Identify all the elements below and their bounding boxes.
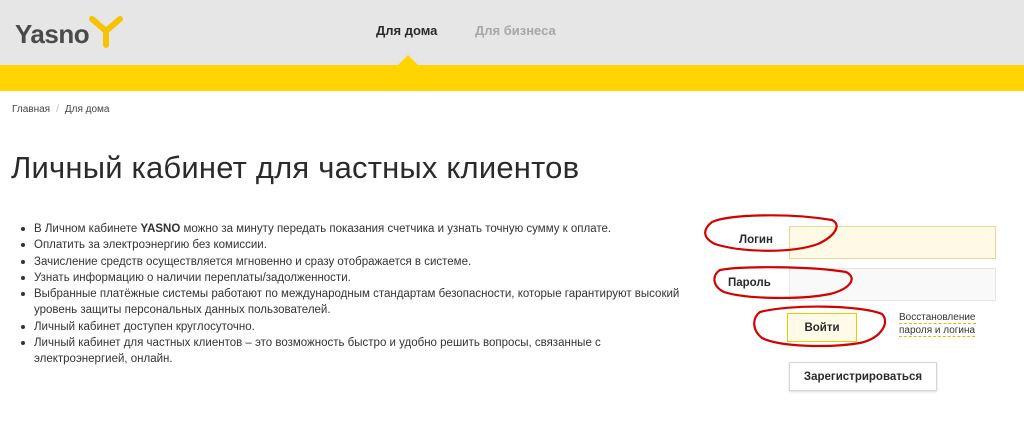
register-button[interactable]: Зарегистрироваться: [789, 362, 937, 391]
login-label: Логин: [739, 234, 773, 246]
list-item: Выбранные платёжные системы работают по …: [20, 286, 680, 319]
feature-text: Оплатить за электроэнергию без комиссии.: [34, 239, 267, 252]
tab-business[interactable]: Для бизнеса: [475, 23, 556, 38]
breadcrumb-current: Для дома: [64, 104, 110, 115]
login-input[interactable]: [789, 226, 996, 259]
list-item: Оплатить за электроэнергию без комиссии.: [20, 237, 680, 253]
list-item: Личный кабинет для частных клиентов – эт…: [20, 335, 680, 368]
features-list: В Личном кабинете YASNO можно за минуту …: [20, 221, 680, 368]
list-item: В Личном кабинете YASNO можно за минуту …: [20, 221, 680, 237]
feature-text: Узнать информацию о наличии переплаты/за…: [34, 271, 351, 284]
feature-text: Личный кабинет доступен круглосуточно.: [34, 320, 255, 333]
list-item: Узнать информацию о наличии переплаты/за…: [20, 270, 680, 286]
restore-credentials-link[interactable]: Восстановление пароля и логина: [899, 312, 976, 337]
breadcrumb-separator: /: [56, 104, 59, 115]
password-input[interactable]: [789, 268, 996, 301]
feature-text: Зачисление средств осуществляется мгнове…: [34, 255, 472, 268]
site-header: Yasno Для дома Для бизнеса: [0, 0, 1024, 65]
brand-name: YASNO: [140, 223, 181, 235]
password-label: Пароль: [728, 277, 771, 289]
feature-text: Выбранные платёжные системы работают по …: [34, 288, 680, 317]
list-item: Зачисление средств осуществляется мгнове…: [20, 254, 680, 270]
feature-text: можно за минуту передать показания счетч…: [180, 223, 612, 235]
page-title: Личный кабинет для частных клиентов: [11, 150, 580, 185]
tab-home[interactable]: Для дома: [376, 23, 437, 38]
login-button[interactable]: Войти: [787, 313, 857, 342]
list-item: Личный кабинет доступен круглосуточно.: [20, 319, 680, 335]
feature-text: В Личном кабинете: [34, 223, 141, 235]
breadcrumb: Главная / Для дома: [12, 104, 109, 115]
feature-text: Личный кабинет для частных клиентов – эт…: [34, 337, 601, 366]
restore-credentials-link-wrap: Восстановление пароля и логина: [899, 311, 979, 337]
yasno-logo-mark-icon: [89, 16, 124, 48]
header-accent-bar: [0, 65, 1024, 91]
yasno-logo[interactable]: Yasno: [15, 16, 124, 50]
logo-text: Yasno: [15, 18, 90, 49]
breadcrumb-home-link[interactable]: Главная: [12, 104, 50, 115]
